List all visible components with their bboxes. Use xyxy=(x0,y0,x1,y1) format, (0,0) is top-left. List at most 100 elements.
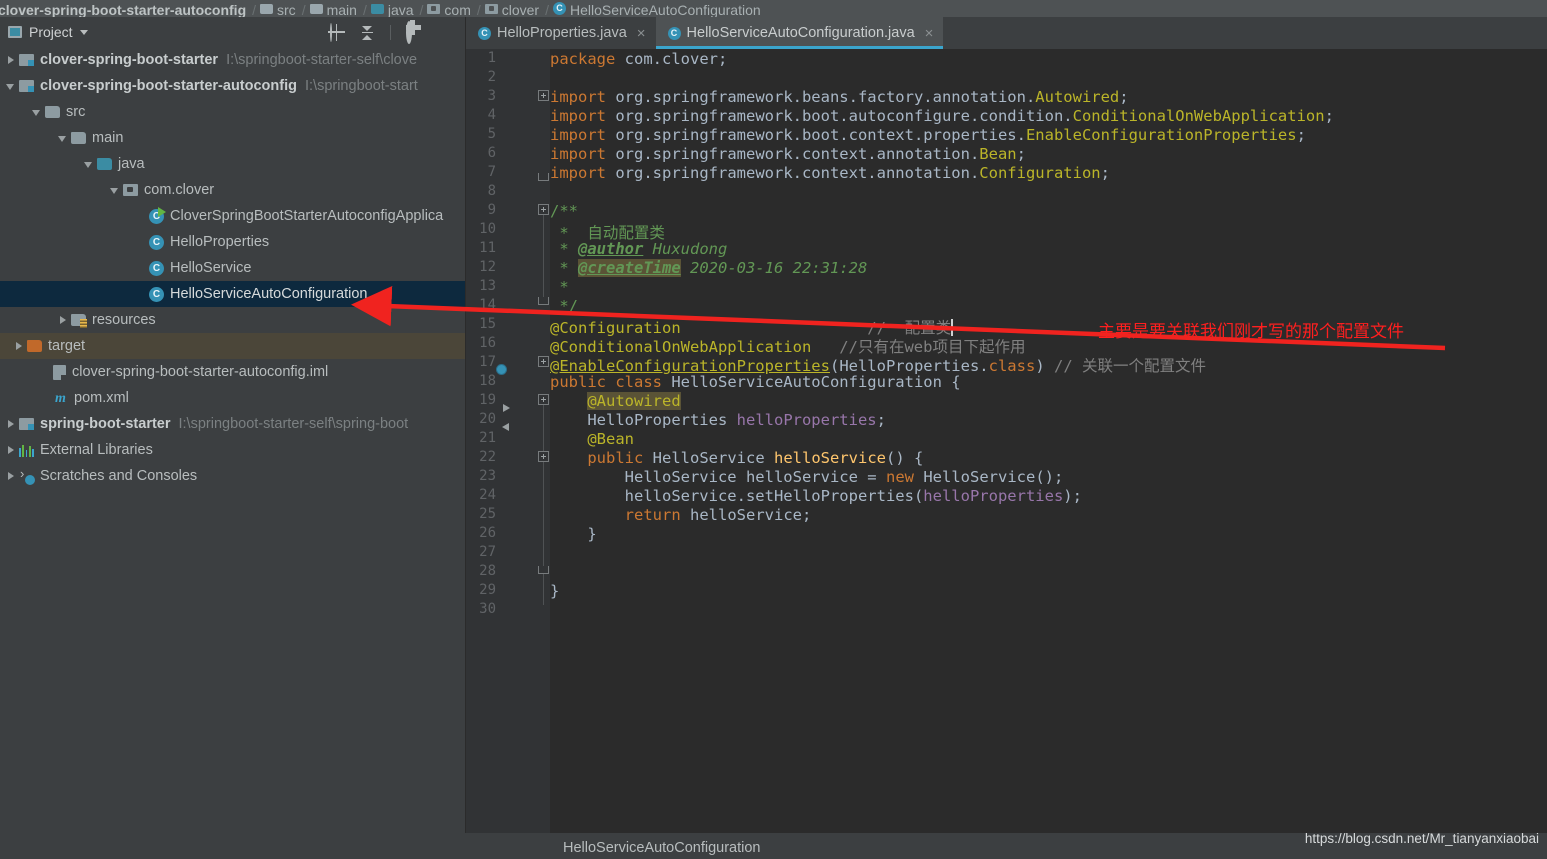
tree-row-module-spring-boot-starter[interactable]: spring-boot-starter I:\springboot-starte… xyxy=(0,411,465,437)
tree-row-resources[interactable]: resources xyxy=(0,307,465,333)
tree-row-external-libraries[interactable]: External Libraries xyxy=(0,437,465,463)
line-number: 18 xyxy=(479,373,496,389)
line-number: 9 xyxy=(487,202,496,218)
chevron-down-icon[interactable] xyxy=(4,80,17,93)
breadcrumb-item-java[interactable]: java xyxy=(369,0,418,17)
minimize-icon[interactable] xyxy=(436,24,453,41)
breadcrumb-item-src[interactable]: src xyxy=(258,0,300,17)
code-editor[interactable]: 1 2 3 4 5 6 7 8 9 10 11 12 13 14 15 16 1… xyxy=(466,49,1547,833)
close-icon[interactable]: × xyxy=(925,25,934,42)
tree-row-module-autoconfig[interactable]: clover-spring-boot-starter-autoconfig I:… xyxy=(0,73,465,99)
class-icon: C xyxy=(667,26,681,40)
breadcrumb-label: java xyxy=(387,1,414,18)
breadcrumb-item-class[interactable]: C HelloServiceAutoConfiguration xyxy=(551,0,765,17)
maven-file-icon: m xyxy=(55,390,66,406)
line-number: 19 xyxy=(479,392,496,408)
code-content[interactable]: package com.clover; import org.springfra… xyxy=(550,49,1547,833)
tree-item-label: spring-boot-starter xyxy=(40,416,171,432)
breadcrumb-separator: / xyxy=(301,2,306,17)
tree-row-iml-file[interactable]: clover-spring-boot-starter-autoconfig.im… xyxy=(0,359,465,385)
code-line-6: import org.springframework.context.annot… xyxy=(550,145,1026,163)
tree-item-label: main xyxy=(92,130,124,146)
line-number: 16 xyxy=(479,335,496,351)
chevron-right-icon[interactable] xyxy=(4,418,17,431)
libraries-icon xyxy=(19,444,34,457)
tree-row-class-helloservice[interactable]: C HelloService xyxy=(0,255,465,281)
tab-helloproperties-java[interactable]: C HelloProperties.java × xyxy=(466,17,656,49)
code-line-21: @Bean xyxy=(587,430,634,448)
tree-row-class-application[interactable]: C CloverSpringBootStarterAutoconfigAppli… xyxy=(0,203,465,229)
breadcrumb-item-clover[interactable]: clover xyxy=(483,0,543,17)
line-number: 11 xyxy=(479,240,496,256)
tree-row-main[interactable]: main xyxy=(0,125,465,151)
line-number: 12 xyxy=(479,259,496,275)
breadcrumb-label: src xyxy=(277,1,296,18)
chevron-right-icon[interactable] xyxy=(56,314,69,327)
fold-marker-javadoc[interactable] xyxy=(538,204,549,215)
tree-item-label: target xyxy=(48,338,86,354)
code-line-1: package com.clover; xyxy=(550,50,728,68)
chevron-right-icon[interactable] xyxy=(12,340,25,353)
tree-row-module-starter[interactable]: clover-spring-boot-starter I:\springboot… xyxy=(0,47,465,73)
fold-marker-annotation[interactable] xyxy=(538,356,549,367)
breadcrumb-separator: / xyxy=(252,2,257,17)
chevron-down-icon[interactable] xyxy=(30,106,43,119)
editor-breadcrumb-status: HelloServiceAutoConfiguration xyxy=(563,840,761,856)
breadcrumb-label: HelloServiceAutoConfiguration xyxy=(570,1,761,18)
tree-item-label: clover-spring-boot-starter-autoconfig.im… xyxy=(72,364,329,380)
collapse-all-icon[interactable] xyxy=(359,24,376,41)
fold-end-javadoc[interactable] xyxy=(538,297,549,305)
tree-row-src[interactable]: src xyxy=(0,99,465,125)
breadcrumb-separator: / xyxy=(362,2,367,17)
chevron-down-icon[interactable] xyxy=(79,29,88,35)
line-number: 28 xyxy=(479,563,496,579)
close-icon[interactable]: × xyxy=(637,25,646,42)
code-line-14: */ xyxy=(550,297,578,315)
tree-row-pom-xml[interactable]: m pom.xml xyxy=(0,385,465,411)
bean-navigate-back-gutter-icon[interactable] xyxy=(506,431,522,447)
chevron-down-icon[interactable] xyxy=(108,184,121,197)
class-icon: C xyxy=(478,26,491,40)
chevron-right-icon[interactable] xyxy=(4,444,17,457)
chevron-down-icon[interactable] xyxy=(56,132,69,145)
runnable-class-icon: C xyxy=(149,206,166,224)
red-annotation-text: 主要是要关联我们刚才写的那个配置文件 xyxy=(1098,322,1404,342)
tab-helloserviceautoconfiguration-java[interactable]: C HelloServiceAutoConfiguration.java × xyxy=(655,17,944,49)
package-icon xyxy=(484,3,498,14)
tree-row-scratches-and-consoles[interactable]: Scratches and Consoles xyxy=(0,463,465,489)
fold-end-imports[interactable] xyxy=(538,173,549,181)
tree-row-class-helloproperties[interactable]: C HelloProperties xyxy=(0,229,465,255)
tree-row-target[interactable]: target xyxy=(0,333,465,359)
project-tree[interactable]: clover-spring-boot-starter I:\springboot… xyxy=(0,47,465,489)
editor-gutter[interactable]: 1 2 3 4 5 6 7 8 9 10 11 12 13 14 15 16 1… xyxy=(466,49,550,833)
settings-gear-icon[interactable] xyxy=(405,20,422,44)
fold-marker-class[interactable] xyxy=(538,394,549,405)
fold-marker-method[interactable] xyxy=(538,451,549,462)
bean-gutter-icon[interactable] xyxy=(506,374,522,390)
breadcrumb-separator: / xyxy=(419,2,424,17)
project-panel-title[interactable]: Project xyxy=(8,24,88,40)
tree-row-class-helloserviceautoconfiguration[interactable]: C HelloServiceAutoConfiguration xyxy=(0,281,465,307)
breadcrumb-label: clover xyxy=(501,1,540,18)
tab-label: HelloServiceAutoConfiguration.java xyxy=(686,25,915,41)
code-folding-strip[interactable] xyxy=(538,49,550,833)
scratches-icon xyxy=(19,466,35,485)
tree-item-path: I:\springboot-start xyxy=(304,78,418,94)
locate-icon[interactable] xyxy=(328,22,345,42)
breadcrumb-item-main[interactable]: main xyxy=(308,0,361,17)
tree-item-label: HelloService xyxy=(170,260,252,276)
chevron-down-icon[interactable] xyxy=(82,158,95,171)
tree-row-java[interactable]: java xyxy=(0,151,465,177)
chevron-right-icon[interactable] xyxy=(4,470,17,483)
breadcrumb-item-com[interactable]: com xyxy=(425,0,474,17)
breadcrumb-item-module[interactable]: clover-spring-boot-starter-autoconfig xyxy=(0,0,250,18)
fold-end-method[interactable] xyxy=(538,566,549,574)
breadcrumb[interactable]: clover-spring-boot-starter-autoconfig / … xyxy=(0,0,1547,17)
fold-marker-imports[interactable] xyxy=(538,90,549,101)
chevron-right-icon[interactable] xyxy=(4,54,17,67)
class-icon: C xyxy=(149,234,164,250)
tab-label: HelloProperties.java xyxy=(497,25,627,41)
tree-row-package-com-clover[interactable]: com.clover xyxy=(0,177,465,203)
package-icon xyxy=(427,3,441,14)
